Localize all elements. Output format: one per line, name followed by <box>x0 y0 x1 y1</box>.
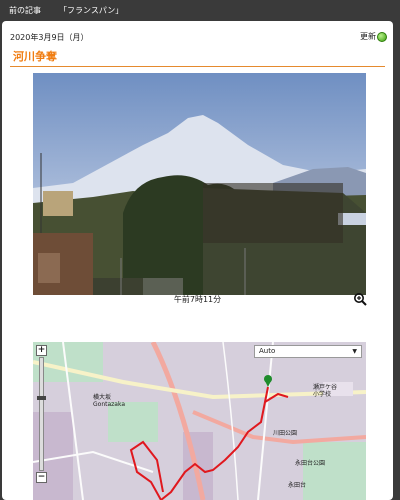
photo-caption: 午前7時11分 <box>173 295 222 304</box>
zoom-magnifier-icon[interactable] <box>353 292 367 306</box>
map-label-place5: 永田台 <box>288 482 307 489</box>
title-divider <box>10 66 385 67</box>
post-title: 河川争奪 <box>13 50 57 63</box>
next-article-link[interactable]: 「フランスパン」 <box>59 5 123 16</box>
update-button[interactable]: 更新 <box>360 31 387 42</box>
post-card: 2020年3月9日（月） 更新 河川争奪 午前7時11分 + − Auto ▼ … <box>2 21 393 500</box>
map-zoom-slider[interactable] <box>37 357 46 471</box>
map-type-value: Auto <box>259 347 276 355</box>
mount-fuji-photo <box>33 73 366 295</box>
update-label: 更新 <box>360 32 376 41</box>
map-zoom-slider-thumb[interactable] <box>37 396 46 400</box>
top-nav-bar: 前の記事 「フランスパン」 <box>0 0 400 20</box>
map-label-place1: 横大坂 Gontazaka <box>93 394 126 408</box>
map-label-place3: 川田公園 <box>273 430 298 437</box>
chevron-down-icon: ▼ <box>352 348 357 355</box>
map-zoom-out-button[interactable]: − <box>36 472 47 483</box>
map-zoom-in-button[interactable]: + <box>36 345 47 356</box>
map-zoom-control: + − <box>36 345 47 485</box>
prev-article-link[interactable]: 前の記事 <box>9 5 41 16</box>
map-type-select[interactable]: Auto ▼ <box>254 345 362 358</box>
map-label-place4: 永田台公園 <box>295 460 326 467</box>
post-date: 2020年3月9日（月） <box>10 33 89 42</box>
refresh-icon <box>377 31 387 42</box>
map-label-place2: 瀬戸ケ谷 小学校 <box>313 384 338 398</box>
route-map[interactable]: + − Auto ▼ 横大坂 Gontazaka 瀬戸ケ谷 小学校 川田公園 永… <box>33 342 366 500</box>
